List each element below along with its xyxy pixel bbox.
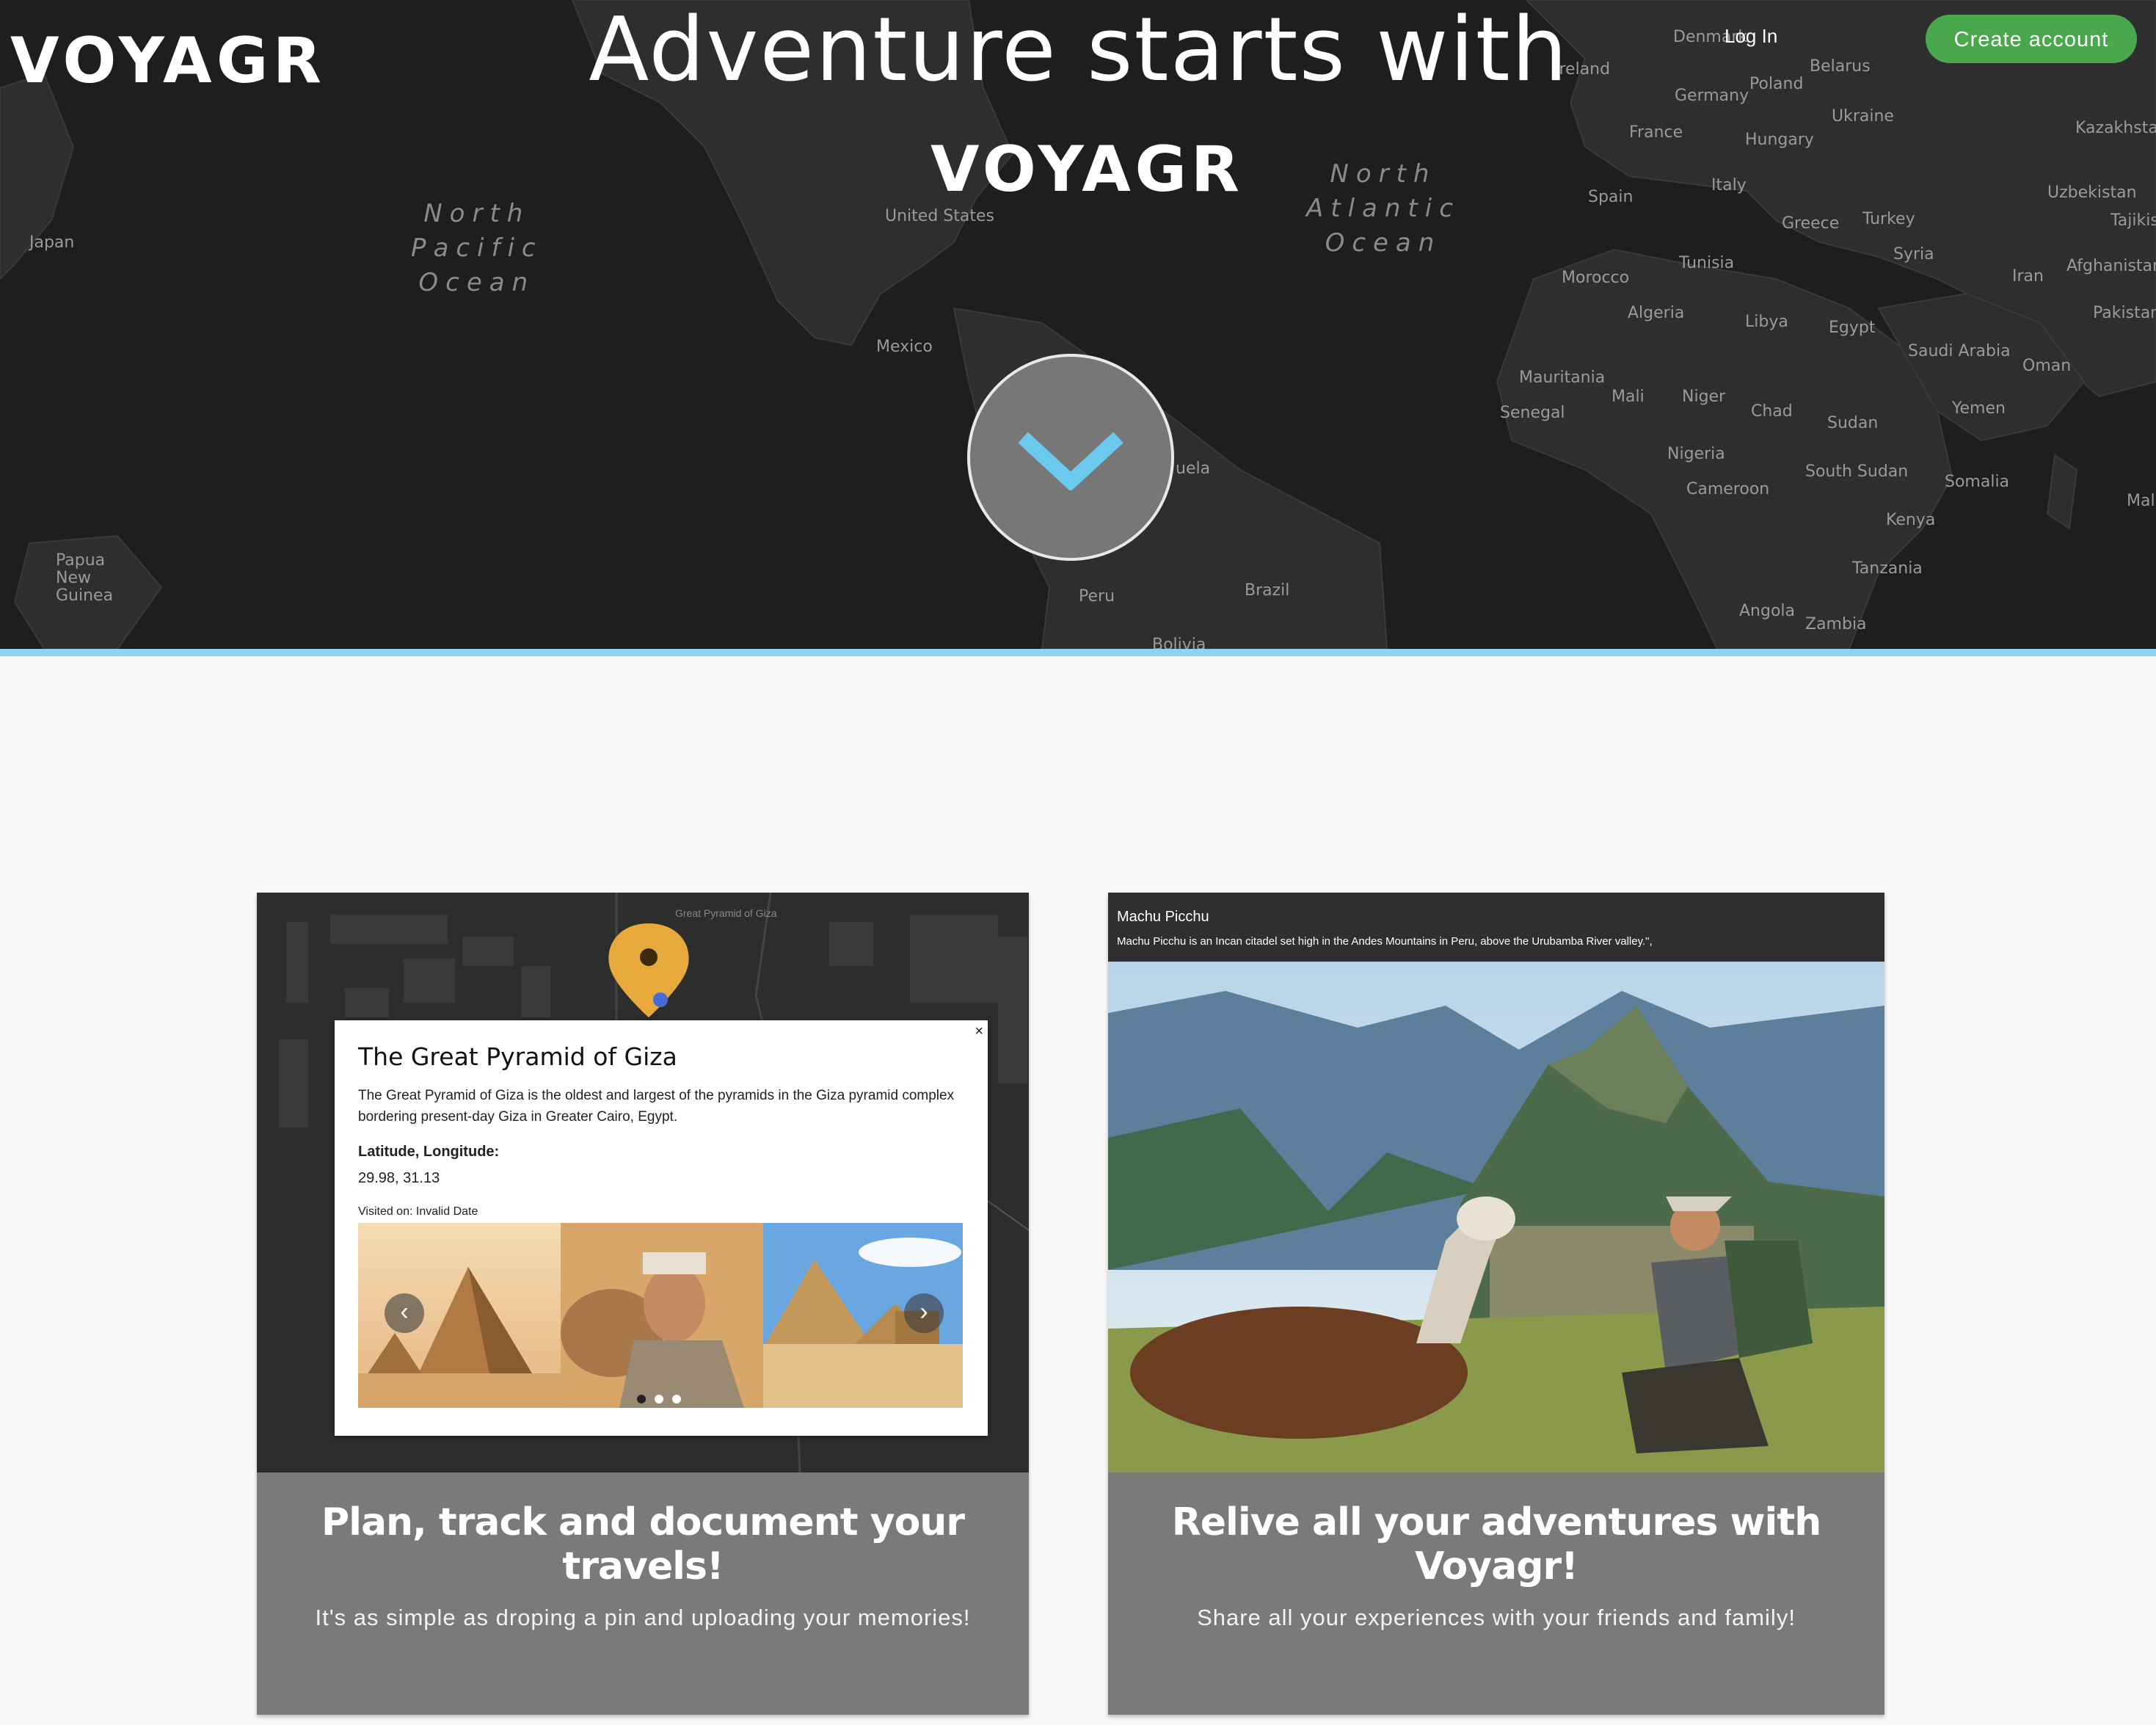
map-label: Kenya [1886, 511, 1936, 529]
photo-caption-bar: Machu Picchu Machu Picchu is an Incan ci… [1108, 893, 1884, 962]
map-label: Sudan [1827, 414, 1879, 432]
create-account-button[interactable]: Create account [1926, 15, 2137, 63]
map-label: Papua New Guinea [56, 551, 114, 605]
map-label: Uzbekistan [2047, 184, 2137, 202]
card-subtitle: It's as simple as droping a pin and uplo… [315, 1605, 971, 1630]
map-label: Mauritania [1519, 368, 1606, 387]
map-label: Belarus [1810, 57, 1871, 76]
map-label: Oman [2022, 357, 2072, 375]
logo-text: VOYAGR [10, 28, 322, 90]
map-label: Tanzania [1852, 559, 1923, 578]
hero-section: Japan Papua New Guinea United States Mex… [0, 0, 2156, 649]
photo-title: Machu Picchu [1117, 909, 1209, 925]
map-label: Brazil [1245, 581, 1290, 600]
carousel-dot[interactable] [672, 1395, 681, 1403]
login-link[interactable]: Log In [1725, 25, 1777, 48]
voyagr-logo[interactable]: VOYAGR [10, 28, 326, 90]
map-label: Mexico [876, 338, 933, 356]
map-label: Kazakhstan [2075, 119, 2156, 137]
map-label: uela [1176, 460, 1211, 478]
map-label: Angola [1739, 602, 1796, 620]
map-label: Chad [1751, 402, 1793, 421]
photo-description: Machu Picchu is an Incan citadel set hig… [1117, 935, 1653, 948]
visited-date: Visited on: Invalid Date [358, 1205, 478, 1218]
location-popup: × The Great Pyramid of Giza The Great Py… [335, 1020, 988, 1436]
map-label: Mali [1611, 388, 1645, 406]
latlng-label: Latitude, Longitude: [358, 1144, 500, 1160]
map-label: Germany [1675, 87, 1749, 105]
map-label: Bolivia [1152, 636, 1206, 649]
ocean-label: North Pacific Ocean [411, 199, 543, 297]
machu-picchu-photo [1108, 962, 1884, 1472]
map-label: Zambia [1805, 615, 1867, 633]
map-label: Pakistan [2093, 304, 2156, 322]
card-media: Great Pyramid of Giza × The Great Pyrami… [257, 893, 1029, 1472]
map-label: Ukraine [1832, 107, 1894, 126]
map-label: Italy [1711, 176, 1747, 195]
map-label: Tajikis [2111, 211, 2156, 230]
map-label: Nigeria [1667, 445, 1725, 463]
map-label: United States [885, 207, 994, 225]
map-label: Libya [1745, 313, 1788, 331]
map-label: Saudi Arabia [1908, 342, 2011, 360]
map-label: Hungary [1745, 131, 1814, 149]
camel-selfie-photo [561, 1223, 763, 1408]
carousel-next-button[interactable]: › [904, 1293, 944, 1333]
close-icon[interactable]: × [975, 1023, 983, 1040]
map-label: Yemen [1952, 399, 2006, 418]
card-media: Machu Picchu Machu Picchu is an Incan ci… [1108, 893, 1884, 1472]
map-label: Mal [2127, 492, 2155, 510]
ocean-label: North Atlantic Ocean [1306, 159, 1460, 258]
hero-logo-text: VOYAGR [930, 137, 1240, 198]
hero-voyagr-logo: VOYAGR [930, 137, 1240, 198]
feature-card-plan: Great Pyramid of Giza × The Great Pyrami… [257, 893, 1029, 1715]
map-label: Cameroon [1686, 480, 1770, 498]
popup-title: The Great Pyramid of Giza [358, 1042, 677, 1071]
photo-carousel[interactable]: ‹ › [358, 1223, 963, 1408]
map-label: Senegal [1500, 404, 1565, 422]
hero-divider [0, 649, 2156, 656]
map-label: Peru [1079, 587, 1115, 606]
card-subtitle: Share all your experiences with your fri… [1197, 1605, 1796, 1630]
map-label: Morocco [1562, 269, 1630, 287]
map-label: Somalia [1945, 473, 2010, 491]
feature-card-relive: Machu Picchu Machu Picchu is an Incan ci… [1108, 893, 1884, 1715]
map-label: Algeria [1628, 304, 1685, 322]
map-label: Egypt [1829, 319, 1876, 337]
map-label: Spain [1588, 188, 1634, 206]
map-pin-icon [608, 923, 689, 1017]
map-label: Afghanistan [2066, 257, 2156, 275]
map-label: Greece [1782, 214, 1840, 233]
map-label: Tunisia [1679, 254, 1735, 272]
map-label: Poland [1749, 75, 1804, 93]
map-label: Iran [2012, 267, 2044, 286]
carousel-dot[interactable] [637, 1395, 646, 1403]
carousel-dot[interactable] [655, 1395, 663, 1403]
card-title: Relive all your adventures with Voyagr! [1171, 1500, 1822, 1588]
card-title: Plan, track and document your travels! [321, 1500, 965, 1588]
map-label: South Sudan [1805, 462, 1909, 481]
chevron-down-icon [1018, 432, 1123, 490]
map-label: France [1629, 123, 1683, 142]
map-label: Japan [29, 233, 75, 252]
latlng-value: 29.98, 31.13 [358, 1170, 440, 1186]
map-label: Turkey [1862, 210, 1915, 228]
map-label: Syria [1893, 245, 1934, 264]
hero-headline: Adventure starts with [589, 0, 1569, 101]
popup-description: The Great Pyramid of Giza is the oldest … [358, 1088, 955, 1125]
scroll-down-button[interactable] [967, 354, 1174, 561]
map-pin-label: Great Pyramid of Giza [675, 907, 777, 919]
map-label: Niger [1682, 388, 1726, 406]
carousel-prev-button[interactable]: ‹ [385, 1293, 424, 1333]
